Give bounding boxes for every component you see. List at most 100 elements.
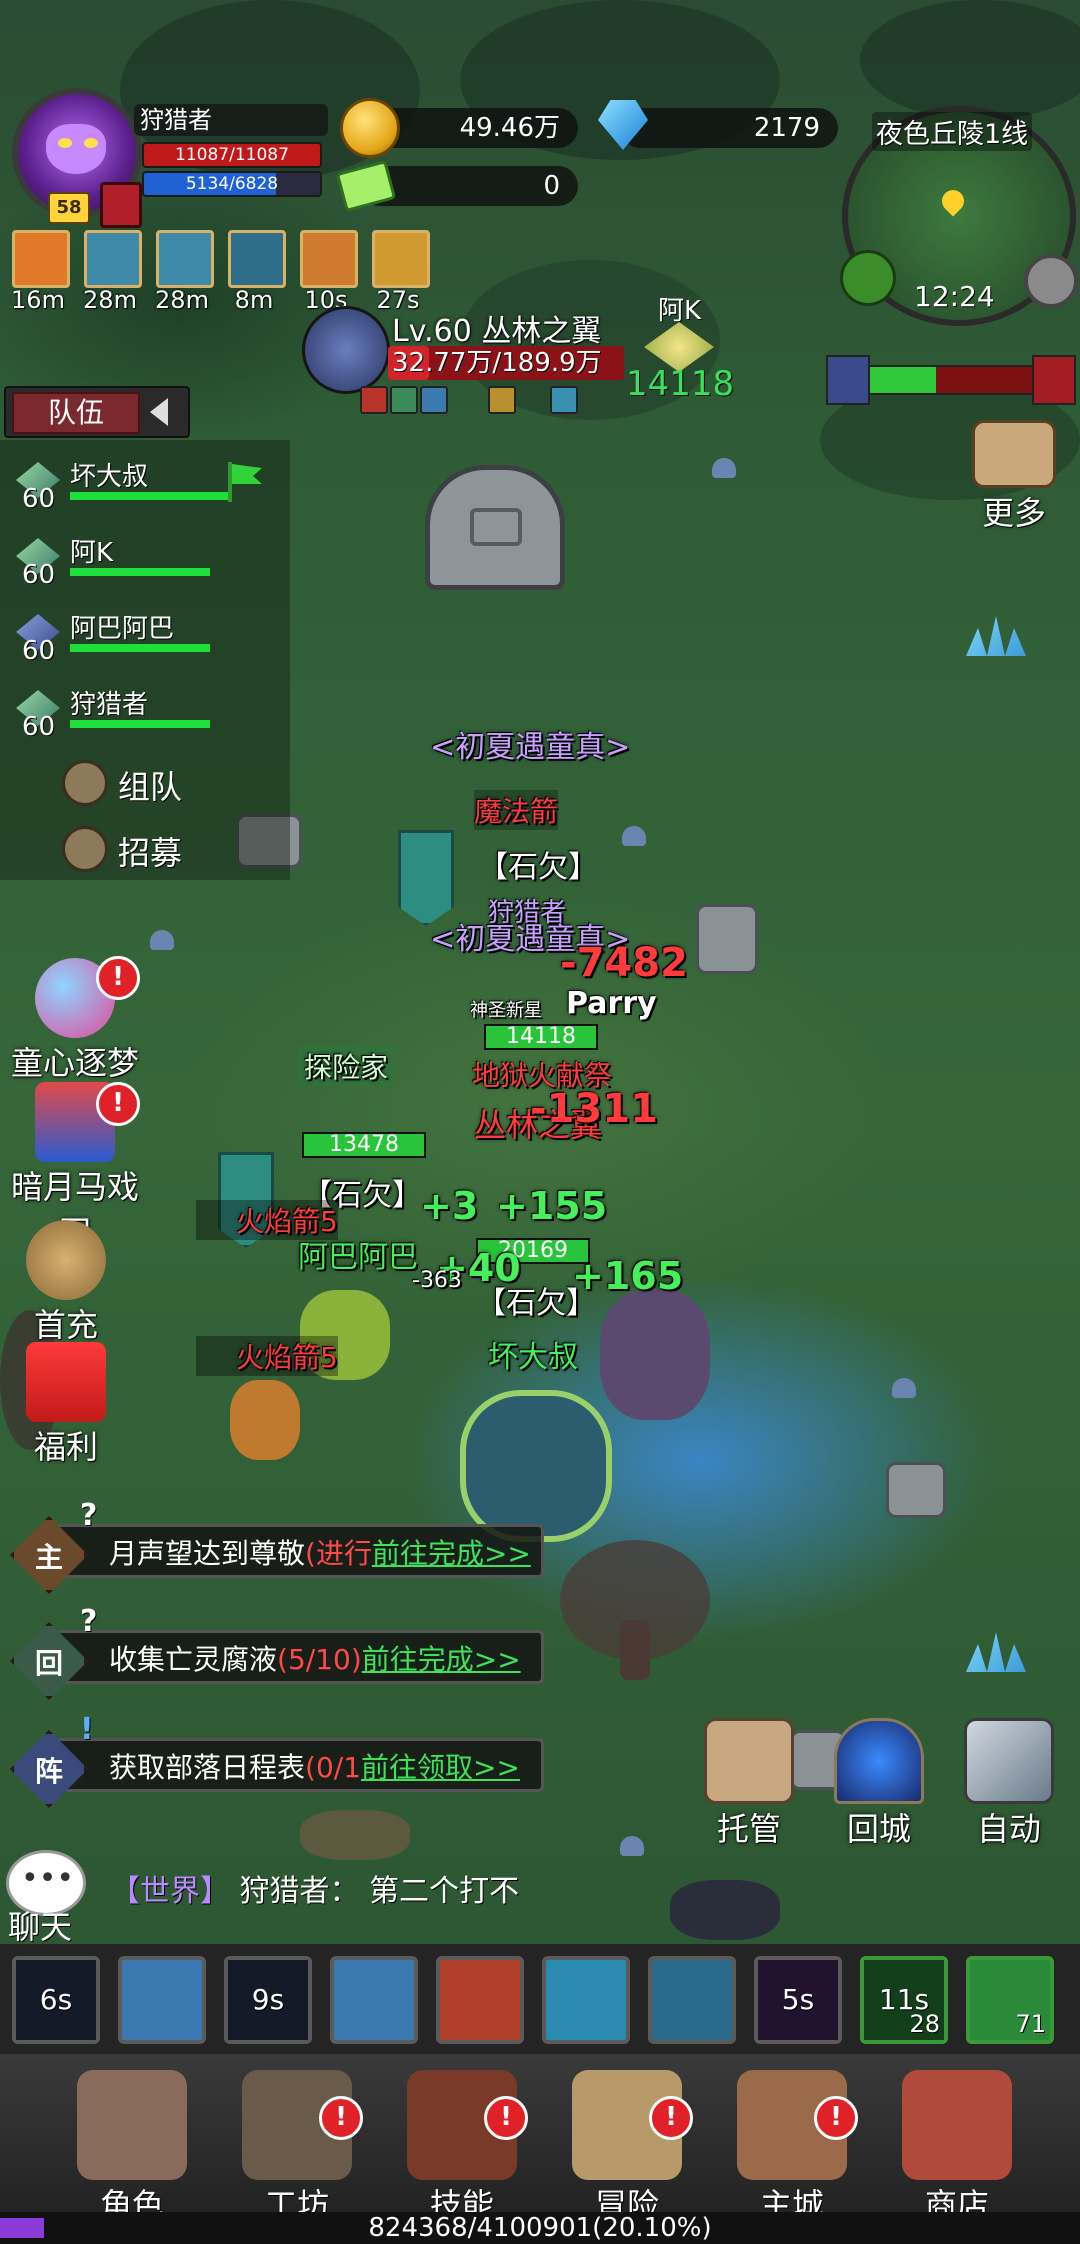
vortex-skill-icon[interactable]	[542, 1956, 630, 2044]
portal-icon	[834, 1718, 924, 1804]
sunset-buff-icon[interactable]	[12, 230, 70, 288]
rock	[696, 904, 758, 974]
recruit-button[interactable]: 招募	[118, 828, 182, 874]
multishot-skill-icon[interactable]	[330, 1956, 418, 2044]
member-name: 坏大叔	[70, 462, 149, 492]
team-member[interactable]: 60 阿巴阿巴	[8, 608, 278, 668]
shop-icon	[902, 2070, 1012, 2180]
demon-face-icon	[46, 124, 106, 174]
buff-timer: 8m	[234, 286, 274, 314]
heal-number: +3	[420, 1184, 479, 1228]
event-welfare[interactable]: 福利	[0, 1342, 136, 1468]
more-button[interactable]: 更多	[966, 420, 1062, 532]
debuff-icon	[420, 386, 448, 414]
target-score: 14118	[626, 364, 735, 404]
winged-character[interactable]	[600, 1290, 710, 1420]
member-name: 阿K	[70, 538, 114, 568]
return-city-label: 回城	[846, 1810, 911, 1848]
team-member[interactable]: 60 阿K	[8, 532, 278, 592]
quest-go-link[interactable]: 前往领取>>	[361, 1751, 520, 1784]
arrow-skill-icon[interactable]	[118, 1956, 206, 2044]
crossed-swords-icon[interactable]	[840, 250, 896, 306]
boots-buff-icon[interactable]	[156, 230, 214, 288]
experience-text: 824368/4100901(20.10%)	[368, 2213, 712, 2243]
auto-manage-button[interactable]: 托管	[694, 1718, 804, 1850]
team-member[interactable]: 60 狩猎者	[8, 684, 278, 744]
member-level: 60	[22, 636, 56, 666]
buff-timer: 28m	[155, 286, 209, 314]
eye-icon	[84, 138, 98, 148]
item-count: 71	[1015, 2010, 1046, 2038]
target-skill-icon[interactable]	[436, 1956, 524, 2044]
quest-go-link[interactable]: 前往完成>>	[372, 1537, 531, 1570]
auto-manage-label: 托管	[716, 1810, 781, 1848]
chat-sender: 狩猎者：	[239, 1874, 360, 1909]
tree-trunk	[620, 1620, 650, 1680]
notification-badge: !	[649, 2096, 693, 2140]
notification-badge: !	[96, 1082, 140, 1126]
alliance-banner-icon	[826, 355, 870, 405]
helmet-icon	[62, 760, 108, 806]
collapse-arrow-icon[interactable]	[150, 398, 168, 426]
crossed-swords-icon	[964, 1718, 1054, 1804]
event-label: 首充	[33, 1306, 98, 1344]
mushroom	[712, 458, 736, 478]
faction-war-bar	[826, 355, 1076, 405]
buff-timer: 28m	[83, 286, 137, 314]
damage-number: -1311	[530, 1086, 658, 1132]
nav-adventure[interactable]: 冒险	[557, 2070, 697, 2226]
quest-text[interactable]: 收集亡灵腐液(5/10)前往完成>>	[54, 1630, 544, 1684]
dark-creature[interactable]	[670, 1880, 780, 1940]
quest-repeat[interactable]: 收集亡灵腐液(5/10)前往完成>> 回 ?	[10, 1604, 544, 1700]
quest-text[interactable]: 月声望达到尊敬(进行前往完成>>	[54, 1524, 544, 1578]
auto-battle-button[interactable]: 自动	[954, 1718, 1064, 1850]
spell-cast-label: 火焰箭5	[196, 1336, 338, 1376]
wolf-creature[interactable]	[300, 1810, 410, 1860]
notification-badge: !	[319, 2096, 363, 2140]
member-level: 60	[22, 712, 56, 742]
unit-hp-bar: 13478	[302, 1132, 426, 1158]
wind-skill-icon[interactable]	[648, 1956, 736, 2044]
exclamation-icon: !	[80, 1712, 94, 1747]
chat-label[interactable]: 聊天	[8, 1902, 72, 1948]
nav-skills[interactable]: 技能	[392, 2070, 532, 2226]
purple-arrow-skill-icon[interactable]: 5s	[754, 1956, 842, 2044]
gear-icon[interactable]	[1024, 254, 1078, 308]
quest-go-link[interactable]: 前往完成>>	[362, 1643, 521, 1676]
member-name: 狩猎者	[70, 690, 149, 720]
helmet-icon	[62, 826, 108, 872]
unit-hp-bar: 14118	[484, 1024, 598, 1050]
shield-buff-icon[interactable]	[84, 230, 142, 288]
gem-amount[interactable]: 2179	[620, 108, 838, 148]
chat-message[interactable]: 【世界】 狩猎者： 第二个打不	[110, 1866, 519, 1910]
quest-faction[interactable]: 获取部落日程表(0/1前往领取>> 阵 !	[10, 1712, 544, 1808]
no-shield-buff-icon[interactable]	[300, 230, 358, 288]
debuff-icon	[488, 386, 516, 414]
quest-progress: (0/1	[305, 1751, 362, 1784]
form-team-button[interactable]: 组队	[118, 762, 182, 808]
quest-main[interactable]: 月声望达到尊敬(进行前往完成>> 主 ?	[10, 1498, 544, 1594]
debuff-icon	[360, 386, 388, 414]
wind-buff-icon[interactable]	[228, 230, 286, 288]
member-level: 60	[22, 484, 56, 514]
dwarf-character[interactable]	[230, 1380, 300, 1460]
dragon-boss-icon[interactable]	[302, 306, 390, 394]
event-first-recharge[interactable]: 首充	[0, 1220, 136, 1346]
nav-main-city[interactable]: 主城	[722, 2070, 862, 2226]
potion-skill-icon[interactable]: 11s 28	[860, 1956, 948, 2044]
quest-progress: (5/10)	[277, 1643, 362, 1676]
quest-text[interactable]: 获取部落日程表(0/1前往领取>>	[54, 1738, 544, 1792]
nav-shop[interactable]: 商店	[887, 2070, 1027, 2226]
return-city-button[interactable]: 回城	[824, 1718, 934, 1850]
drink-skill-icon[interactable]: 71	[966, 1956, 1054, 2044]
crossbow-skill-icon[interactable]: 9s	[224, 1956, 312, 2044]
explorer-title: 探险家	[298, 1046, 395, 1086]
player-name: 狩猎者	[134, 104, 328, 136]
team-tab[interactable]: 队伍	[4, 386, 190, 438]
nav-workshop[interactable]: 工坊	[227, 2070, 367, 2226]
golden-shield-buff-icon[interactable]	[372, 230, 430, 288]
spear-skill-icon[interactable]: 6s	[12, 1956, 100, 2044]
nav-character[interactable]: 角色	[62, 2070, 202, 2226]
flag-cloth	[232, 464, 262, 484]
event-label: 童心逐梦	[10, 1044, 139, 1082]
